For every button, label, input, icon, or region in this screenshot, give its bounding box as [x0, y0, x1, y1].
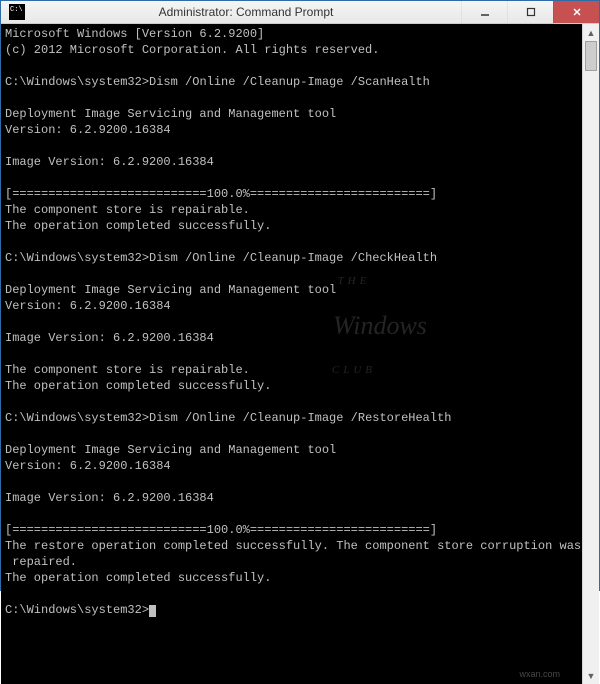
output-line: (c) 2012 Microsoft Corporation. All righ… — [5, 43, 379, 57]
footer-watermark: wxan.com — [519, 666, 560, 682]
minimize-button[interactable] — [461, 1, 507, 23]
scroll-thumb[interactable] — [585, 41, 597, 71]
output-line: Deployment Image Servicing and Managemen… — [5, 283, 336, 297]
output-line: The component store is repairable. — [5, 203, 250, 217]
scroll-up-button[interactable]: ▲ — [583, 24, 599, 41]
output-line: The component store is repairable. — [5, 363, 250, 377]
output-line: Deployment Image Servicing and Managemen… — [5, 443, 336, 457]
console-output[interactable]: Microsoft Windows [Version 6.2.9200] (c)… — [1, 24, 582, 684]
output-line: Image Version: 6.2.9200.16384 — [5, 155, 214, 169]
output-line: Version: 6.2.9200.16384 — [5, 123, 171, 137]
prompt: C:\Windows\system32> — [5, 75, 149, 89]
watermark-bottom: CLUB — [281, 365, 427, 376]
watermark-main: Windows — [333, 311, 427, 340]
titlebar[interactable]: Administrator: Command Prompt — [1, 1, 599, 24]
prompt: C:\Windows\system32> — [5, 603, 149, 617]
vertical-scrollbar[interactable]: ▲ ▼ — [582, 24, 599, 684]
progress-bar: [===========================100.0%======… — [5, 187, 437, 201]
window-title: Administrator: Command Prompt — [31, 5, 461, 19]
titlebar-buttons — [461, 1, 599, 23]
output-line: The restore operation completed successf… — [5, 539, 581, 553]
minimize-icon — [480, 7, 490, 17]
maximize-icon — [526, 7, 536, 17]
scroll-down-button[interactable]: ▼ — [583, 667, 599, 684]
command-input: Dism /Online /Cleanup-Image /CheckHealth — [149, 251, 437, 265]
cursor — [149, 605, 156, 617]
output-line: repaired. — [5, 555, 77, 569]
output-line: Version: 6.2.9200.16384 — [5, 299, 171, 313]
window-frame: Administrator: Command Prompt Microsoft … — [0, 0, 600, 591]
output-line: The operation completed successfully. — [5, 219, 271, 233]
progress-bar: [===========================100.0%======… — [5, 523, 437, 537]
prompt: C:\Windows\system32> — [5, 411, 149, 425]
output-line: The operation completed successfully. — [5, 571, 271, 585]
console-wrap: Microsoft Windows [Version 6.2.9200] (c)… — [1, 24, 599, 684]
close-icon — [572, 7, 582, 17]
output-line: Deployment Image Servicing and Managemen… — [5, 107, 336, 121]
app-icon — [9, 4, 25, 20]
maximize-button[interactable] — [507, 1, 553, 23]
command-input: Dism /Online /Cleanup-Image /RestoreHeal… — [149, 411, 451, 425]
close-button[interactable] — [553, 1, 599, 23]
prompt: C:\Windows\system32> — [5, 251, 149, 265]
output-line: Version: 6.2.9200.16384 — [5, 459, 171, 473]
command-input: Dism /Online /Cleanup-Image /ScanHealth — [149, 75, 430, 89]
output-line: Image Version: 6.2.9200.16384 — [5, 331, 214, 345]
output-line: The operation completed successfully. — [5, 379, 271, 393]
output-line: Microsoft Windows [Version 6.2.9200] — [5, 27, 264, 41]
output-line: Image Version: 6.2.9200.16384 — [5, 491, 214, 505]
